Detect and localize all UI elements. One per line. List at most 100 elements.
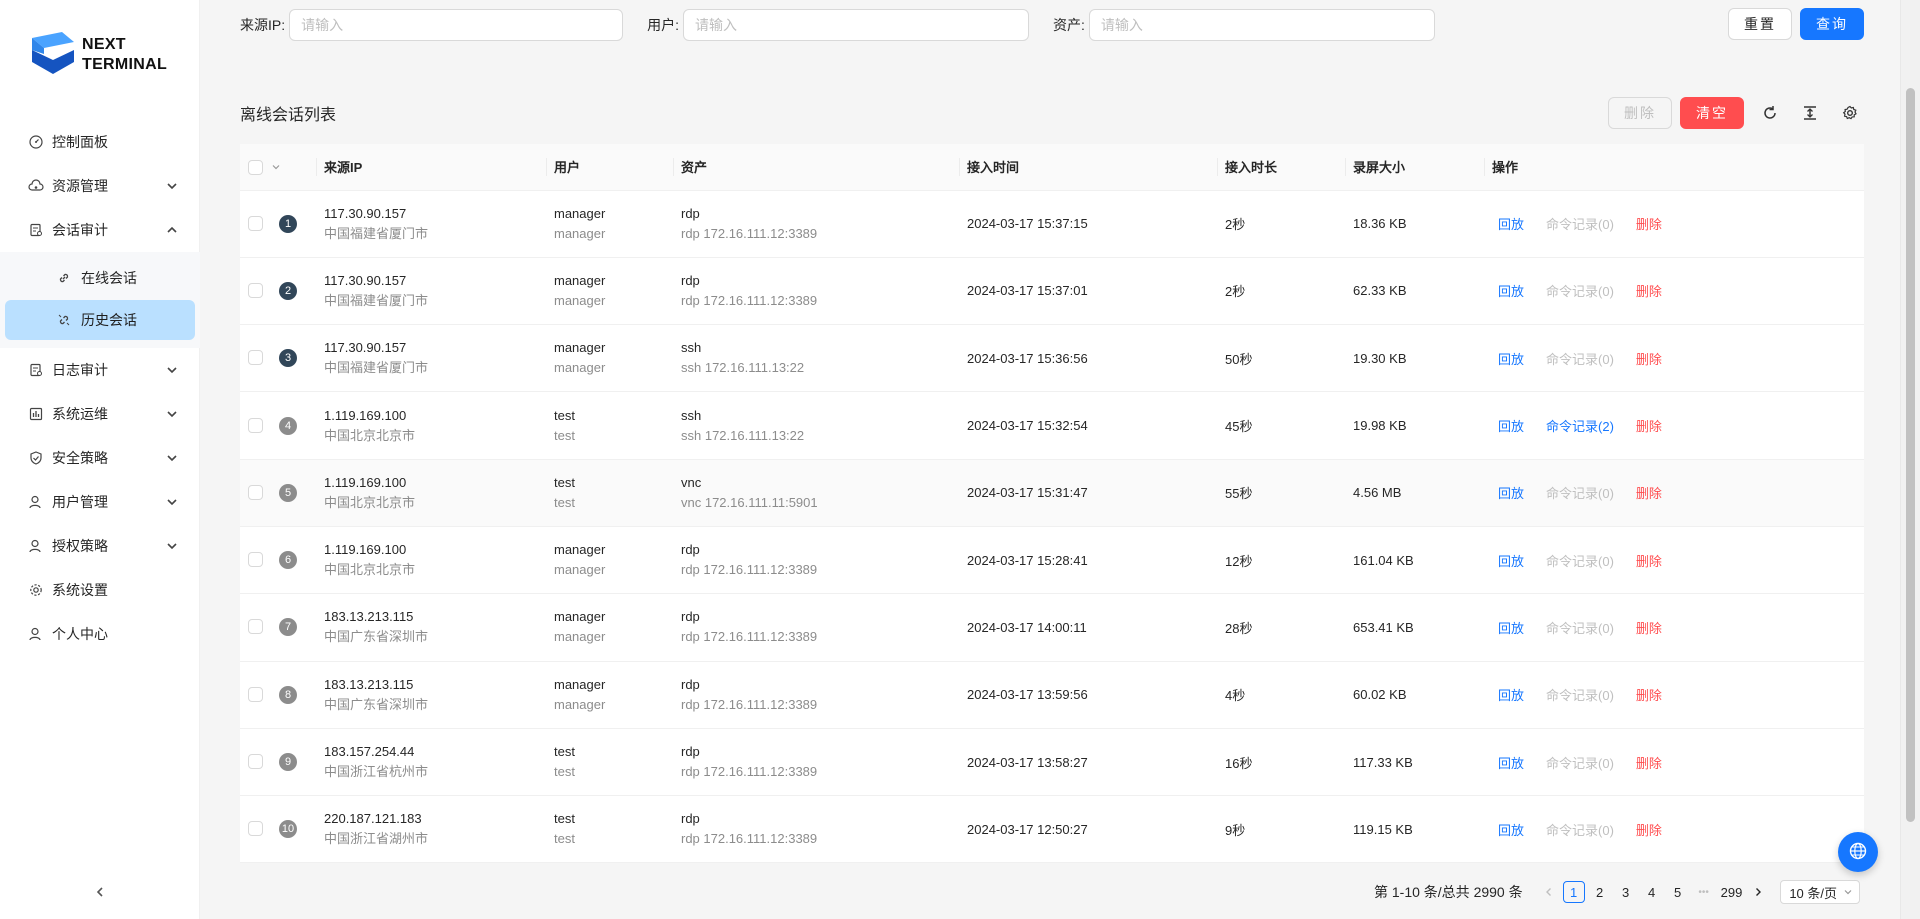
delete-link[interactable]: 删除 xyxy=(1636,281,1662,300)
field-asset: 资产: xyxy=(1053,9,1435,41)
delete-link[interactable]: 删除 xyxy=(1636,349,1662,368)
replay-link[interactable]: 回放 xyxy=(1498,618,1524,637)
chevron-down-icon[interactable] xyxy=(271,160,281,175)
command-log-link[interactable]: 命令记录(0) xyxy=(1546,349,1614,368)
table-row[interactable]: 7 183.13.213.115 中国广东省深圳市 manager manager rdp… xyxy=(240,593,1864,662)
page-scrollbar[interactable] xyxy=(1900,0,1920,919)
connect-time: 2024-03-17 15:32:54 xyxy=(967,418,1088,434)
sidebar-item-resources[interactable]: 资源管理 xyxy=(0,164,200,208)
row-checkbox[interactable] xyxy=(248,686,263,702)
table-row[interactable]: 6 1.119.169.100 中国北京北京市 manager manager rdp rd… xyxy=(240,526,1864,594)
table-row[interactable]: 9 183.157.254.44 中国浙江省杭州市 test test rdp rdp 17… xyxy=(240,728,1864,796)
table-row[interactable]: 1 117.30.90.157 中国福建省厦门市 manager manager rdp r… xyxy=(240,190,1864,258)
delete-link[interactable]: 删除 xyxy=(1636,753,1662,772)
select-all-header[interactable] xyxy=(240,144,316,191)
clear-button[interactable]: 清空 xyxy=(1680,97,1744,129)
page-ellipsis[interactable]: ••• xyxy=(1693,881,1715,903)
replay-link[interactable]: 回放 xyxy=(1498,349,1524,368)
table-row[interactable]: 4 1.119.169.100 中国北京北京市 test test ssh ssh 172.… xyxy=(240,391,1864,460)
command-log-link[interactable]: 命令记录(0) xyxy=(1546,281,1614,300)
page-last[interactable]: 299 xyxy=(1719,881,1745,903)
reset-button[interactable]: 重置 xyxy=(1728,8,1792,40)
replay-link[interactable]: 回放 xyxy=(1498,551,1524,570)
table-row[interactable]: 10 220.187.121.183 中国浙江省湖州市 test test rdp rdp … xyxy=(240,795,1864,863)
asset-input[interactable] xyxy=(1088,9,1435,41)
delete-link[interactable]: 删除 xyxy=(1636,618,1662,637)
sidebar-item-ops[interactable]: 系统运维 xyxy=(0,392,200,436)
row-checkbox[interactable] xyxy=(248,552,263,568)
command-log-link[interactable]: 命令记录(0) xyxy=(1546,618,1614,637)
sidebar-collapse-button[interactable] xyxy=(0,875,200,911)
delete-link[interactable]: 删除 xyxy=(1636,551,1662,570)
replay-link[interactable]: 回放 xyxy=(1498,214,1524,233)
sidebar-item-label: 系统运维 xyxy=(52,406,108,422)
row-checkbox[interactable] xyxy=(248,350,263,366)
row-checkbox[interactable] xyxy=(248,619,263,635)
logo[interactable]: NEXT TERMINAL xyxy=(32,32,167,78)
asset-cell: rdp rdp 172.16.111.12:3389 xyxy=(673,728,959,795)
command-log-link[interactable]: 命令记录(0) xyxy=(1546,483,1614,502)
sidebar-item-dashboard[interactable]: 控制面板 xyxy=(0,120,200,164)
sidebar-item-label: 在线会话 xyxy=(81,270,137,286)
table-row[interactable]: 2 117.30.90.157 中国福建省厦门市 manager manager rdp r… xyxy=(240,257,1864,325)
density-icon[interactable] xyxy=(1796,99,1824,127)
page-5[interactable]: 5 xyxy=(1667,881,1689,903)
command-log-link[interactable]: 命令记录(0) xyxy=(1546,685,1614,704)
sidebar-item-security[interactable]: 安全策略 xyxy=(0,436,200,480)
brand-line1: NEXT xyxy=(82,36,126,53)
row-checkbox[interactable] xyxy=(248,484,263,500)
delete-link[interactable]: 删除 xyxy=(1636,820,1662,839)
table-row[interactable]: 8 183.13.213.115 中国广东省深圳市 manager manager rdp… xyxy=(240,661,1864,729)
source-ip-input[interactable] xyxy=(289,9,624,41)
reload-icon[interactable] xyxy=(1756,99,1784,127)
sidebar-item-online-sessions[interactable]: 在线会话 xyxy=(5,258,195,298)
sidebar-item-users[interactable]: 用户管理 xyxy=(0,480,200,524)
sidebar-item-authorization[interactable]: 授权策略 xyxy=(0,524,200,568)
page-3[interactable]: 3 xyxy=(1615,881,1637,903)
query-button[interactable]: 查询 xyxy=(1800,8,1864,40)
page-2[interactable]: 2 xyxy=(1589,881,1611,903)
command-log-link[interactable]: 命令记录(0) xyxy=(1546,214,1614,233)
prev-page-icon[interactable] xyxy=(1539,887,1559,897)
batch-delete-button[interactable]: 删除 xyxy=(1608,97,1672,129)
replay-link[interactable]: 回放 xyxy=(1498,753,1524,772)
sidebar-item-history-sessions[interactable]: 历史会话 xyxy=(5,300,195,340)
replay-link[interactable]: 回放 xyxy=(1498,820,1524,839)
row-select-cell: 1 xyxy=(240,190,316,257)
command-log-link[interactable]: 命令记录(2) xyxy=(1546,416,1614,435)
chevron-down-icon xyxy=(166,364,178,376)
table-row[interactable]: 5 1.119.169.100 中国北京北京市 test test vnc vnc 172.… xyxy=(240,459,1864,527)
delete-link[interactable]: 删除 xyxy=(1636,214,1662,233)
sidebar-item-log-audit[interactable]: 日志审计 xyxy=(0,348,200,392)
sidebar-item-session-audit[interactable]: 会话审计 xyxy=(0,208,200,252)
user-input[interactable] xyxy=(683,9,1030,41)
row-checkbox[interactable] xyxy=(248,821,263,837)
delete-link[interactable]: 删除 xyxy=(1636,685,1662,704)
replay-link[interactable]: 回放 xyxy=(1498,416,1524,435)
command-log-link[interactable]: 命令记录(0) xyxy=(1546,753,1614,772)
table-row[interactable]: 3 117.30.90.157 中国福建省厦门市 manager manager ssh s… xyxy=(240,324,1864,392)
scrollbar-thumb[interactable] xyxy=(1906,88,1915,822)
row-checkbox[interactable] xyxy=(248,215,263,231)
sidebar-item-settings[interactable]: 系统设置 xyxy=(0,568,200,612)
delete-link[interactable]: 删除 xyxy=(1636,483,1662,502)
row-checkbox[interactable] xyxy=(248,417,263,433)
connect-duration: 16秒 xyxy=(1225,755,1253,771)
command-log-link[interactable]: 命令记录(0) xyxy=(1546,551,1614,570)
user-icon xyxy=(28,626,44,642)
replay-link[interactable]: 回放 xyxy=(1498,483,1524,502)
sidebar-item-profile[interactable]: 个人中心 xyxy=(0,612,200,656)
page-1[interactable]: 1 xyxy=(1562,881,1585,903)
row-checkbox[interactable] xyxy=(248,283,263,298)
replay-link[interactable]: 回放 xyxy=(1498,685,1524,704)
replay-link[interactable]: 回放 xyxy=(1498,281,1524,300)
select-all-checkbox[interactable] xyxy=(248,159,263,175)
delete-link[interactable]: 删除 xyxy=(1636,416,1662,435)
command-log-link[interactable]: 命令记录(0) xyxy=(1546,820,1614,839)
page-size-select[interactable]: 10 条/页 xyxy=(1780,880,1860,904)
language-float-button[interactable] xyxy=(1838,832,1878,872)
page-4[interactable]: 4 xyxy=(1641,881,1663,903)
row-checkbox[interactable] xyxy=(248,754,263,770)
next-page-icon[interactable] xyxy=(1748,887,1768,897)
column-settings-icon[interactable] xyxy=(1836,99,1864,127)
